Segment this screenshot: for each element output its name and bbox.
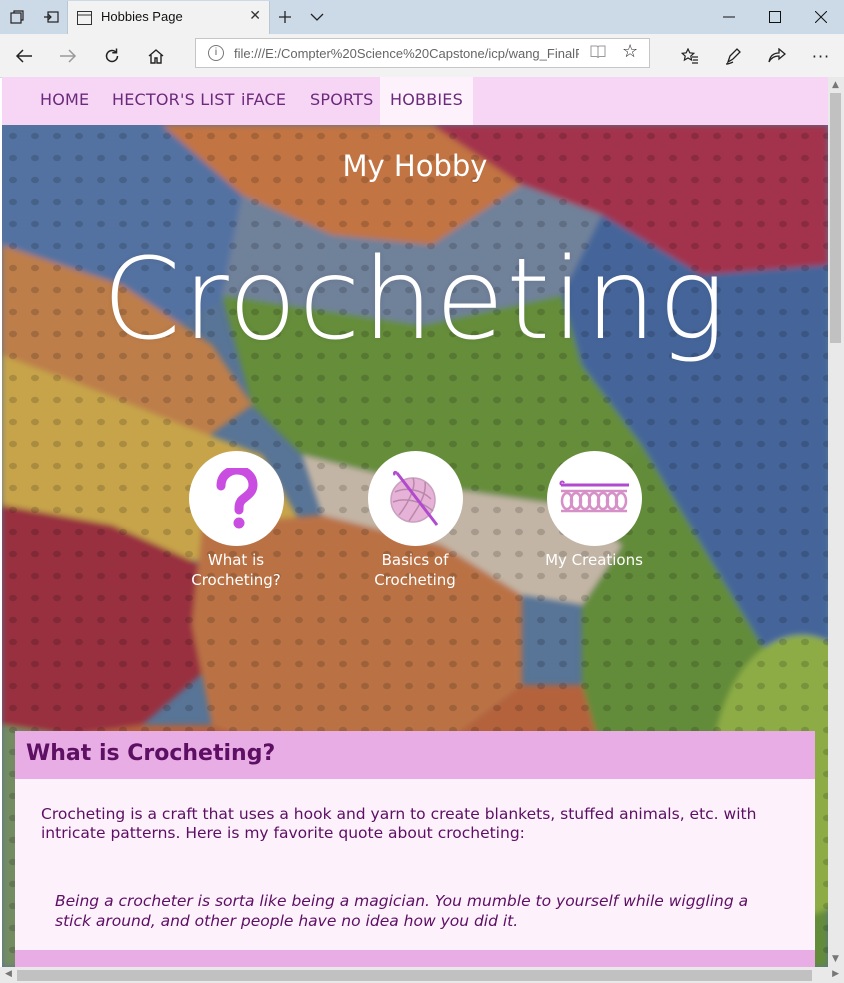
basics-of-crocheting-label[interactable]: Basics of Crocheting (345, 550, 485, 590)
basics-of-crocheting-link[interactable]: Basics of Crocheting (345, 451, 485, 590)
nav-hobbies[interactable]: HOBBIES (380, 77, 473, 125)
tab-title: Hobbies Page (101, 9, 183, 24)
favorites-list-icon[interactable] (672, 38, 708, 74)
question-mark-icon (216, 467, 258, 528)
set-aside-tabs-icon[interactable] (34, 0, 68, 34)
section-quote: Being a crocheter is sorta like being a … (55, 892, 749, 930)
home-icon[interactable] (138, 38, 174, 74)
nav-home[interactable]: HOME (30, 77, 99, 125)
my-creations-link[interactable]: My Creations (524, 451, 664, 570)
tab-dropdown-icon[interactable] (300, 0, 334, 34)
share-icon[interactable] (759, 38, 795, 74)
section-header: What is Crocheting? (15, 731, 815, 779)
scroll-left-icon[interactable]: ◀ (5, 969, 12, 979)
site-nav: HOME HECTOR'S LIST iFACE SPORTS HOBBIES (2, 77, 828, 125)
browser-toolbar: i file:///E:/Compter%20Science%20Capston… (0, 34, 844, 78)
reading-view-icon[interactable] (590, 45, 606, 63)
section-body: Crocheting is a craft that uses a hook a… (41, 805, 757, 842)
hero-subtitle: My Hobby (342, 149, 488, 183)
section-title: What is Crocheting? (26, 741, 276, 766)
pen-icon[interactable] (716, 38, 752, 74)
what-is-crocheting-section: What is Crocheting? Crocheting is a craf… (15, 731, 815, 967)
creations-circle[interactable] (546, 451, 642, 546)
what-is-crocheting-link[interactable]: What is Crocheting? (166, 451, 306, 590)
next-section-header (15, 950, 815, 967)
tab-list-icon[interactable] (0, 0, 34, 34)
address-bar[interactable]: i file:///E:/Compter%20Science%20Capston… (195, 38, 650, 68)
close-tab-icon[interactable]: ✕ (249, 8, 261, 24)
nav-iface[interactable]: iFACE (231, 77, 296, 125)
nav-sports[interactable]: SPORTS (300, 77, 383, 125)
vertical-scrollbar[interactable]: ▲ ▼ (828, 77, 844, 967)
refresh-icon[interactable] (94, 38, 130, 74)
info-icon[interactable]: i (208, 45, 224, 61)
browser-tab[interactable]: Hobbies Page ✕ (67, 1, 270, 34)
back-icon[interactable] (6, 38, 42, 74)
address-text[interactable]: file:///E:/Compter%20Science%20Capstone/… (234, 46, 579, 61)
scroll-up-icon[interactable]: ▲ (832, 80, 839, 90)
my-creations-label[interactable]: My Creations (524, 550, 664, 570)
scroll-down-icon[interactable]: ▼ (832, 954, 839, 964)
what-is-crocheting-label[interactable]: What is Crocheting? (166, 550, 306, 590)
page-viewport: HOME HECTOR'S LIST iFACE SPORTS HOBBIES (2, 77, 828, 967)
yarn-ball-icon (390, 470, 439, 526)
new-tab-icon[interactable] (268, 0, 302, 34)
crochet-chain-icon (559, 480, 629, 512)
more-icon[interactable]: ··· (803, 38, 839, 74)
vertical-scroll-thumb[interactable] (830, 93, 841, 343)
browser-tab-bar: Hobbies Page ✕ (0, 0, 844, 34)
scroll-right-icon[interactable]: ▶ (832, 969, 839, 979)
close-window-icon[interactable] (798, 0, 844, 34)
nav-hectors-list[interactable]: HECTOR'S LIST (102, 77, 245, 125)
horizontal-scrollbar[interactable]: ◀ ▶ (0, 967, 844, 983)
favorite-star-icon[interactable]: ☆ (622, 41, 638, 62)
hero-section: My Hobby Crocheting What is Crocheting? (2, 125, 828, 967)
minimize-icon[interactable] (706, 0, 752, 34)
hero-title: Crocheting (102, 235, 728, 365)
page-icon (77, 10, 92, 29)
forward-icon[interactable] (50, 38, 86, 74)
yarn-circle[interactable] (367, 451, 463, 546)
question-circle[interactable] (188, 451, 284, 546)
maximize-icon[interactable] (752, 0, 798, 34)
horizontal-scroll-thumb[interactable] (17, 970, 812, 981)
